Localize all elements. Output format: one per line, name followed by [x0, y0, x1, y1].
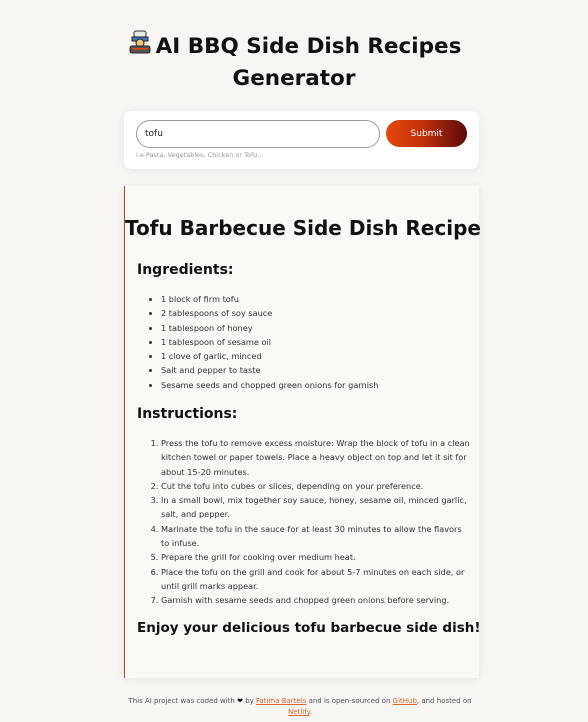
github-link[interactable]: GitHub: [393, 697, 417, 705]
instruction-step: Prepare the grill for cooking over mediu…: [161, 550, 471, 564]
instruction-step: Press the tofu to remove excess moisture…: [161, 436, 471, 479]
instruction-step: Garnish with sesame seeds and chopped gr…: [161, 593, 471, 607]
recipe-card: Tofu Barbecue Side Dish Recipe Ingredien…: [124, 186, 481, 678]
ingredient-item: Sesame seeds and chopped green onions fo…: [161, 378, 471, 392]
footer-text: This AI project was coded with: [128, 697, 235, 705]
ingredient-item: 1 block of firm tofu: [161, 292, 471, 306]
submit-button[interactable]: Submit: [386, 120, 467, 147]
search-input[interactable]: [136, 120, 380, 148]
footer-end: .: [309, 708, 312, 716]
instruction-step: In a small bowl, mix together soy sauce,…: [161, 493, 471, 522]
title-text-1: AI BBQ Side Dish Recipes: [155, 34, 462, 59]
instructions-heading: Instructions:: [137, 406, 238, 422]
author-link[interactable]: Fatima Bartels: [256, 697, 306, 705]
heart-icon: ❤: [237, 697, 243, 705]
footer-hosted: , and hosted on: [416, 697, 472, 705]
ingredient-item: Salt and pepper to taste: [161, 363, 471, 377]
page-title: AI BBQ Side Dish Recipes Generator: [0, 30, 588, 95]
grill-chef-icon: [129, 30, 151, 54]
ingredient-item: 1 tablespoon of honey: [161, 321, 471, 335]
ingredients-heading: Ingredients:: [137, 262, 234, 278]
instruction-step: Cut the tofu into cubes or slices, depen…: [161, 479, 471, 493]
ingredients-list: 1 block of firm tofu 2 tablespoons of so…: [161, 292, 471, 392]
search-hint: i.e Pasta, Vegetables, Chicken or Tofu..…: [136, 151, 264, 159]
title-line-1: AI BBQ Side Dish Recipes: [0, 30, 588, 63]
instruction-step: Marinate the tofu in the sauce for at le…: [161, 522, 471, 551]
recipe-title: Tofu Barbecue Side Dish Recipe: [125, 216, 481, 240]
ingredient-item: 1 tablespoon of sesame oil: [161, 335, 471, 349]
closing-message: Enjoy your delicious tofu barbecue side …: [137, 620, 481, 636]
instruction-step: Place the tofu on the grill and cook for…: [161, 565, 471, 594]
netlify-link[interactable]: Netlify: [288, 708, 310, 716]
ingredient-item: 1 clove of garlic, minced: [161, 349, 471, 363]
footer: This AI project was coded with ❤ by Fati…: [120, 696, 480, 718]
ingredient-item: 2 tablespoons of soy sauce: [161, 306, 471, 320]
search-card: i.e Pasta, Vegetables, Chicken or Tofu..…: [124, 111, 479, 169]
title-line-2: Generator: [232, 66, 356, 91]
footer-by: by: [245, 697, 254, 705]
instructions-list: Press the tofu to remove excess moisture…: [161, 436, 471, 608]
footer-middle: and is open-sourced on: [308, 697, 391, 705]
